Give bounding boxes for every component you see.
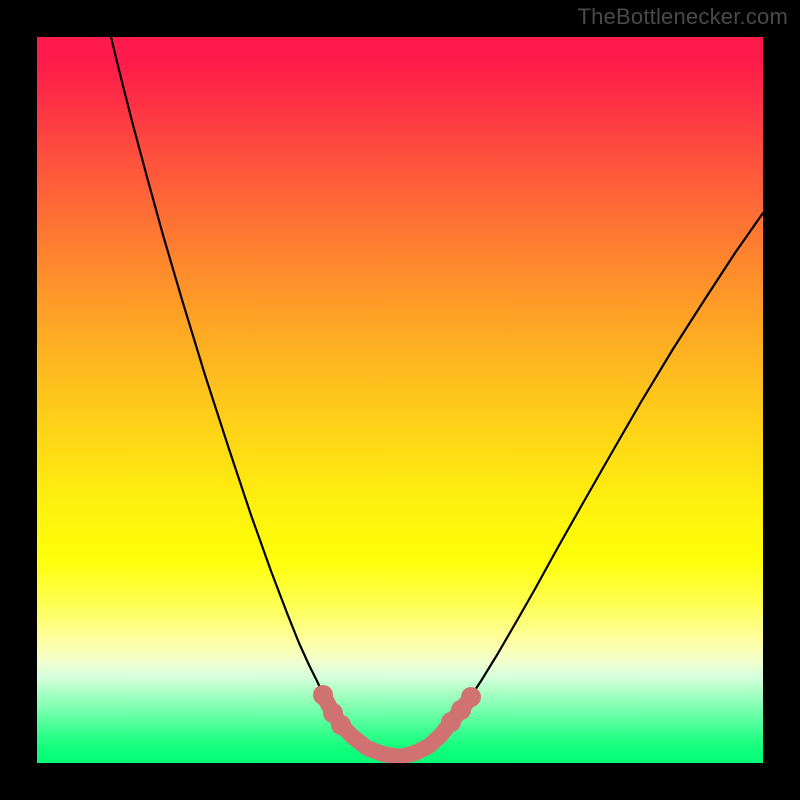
bottleneck-curve (111, 37, 763, 757)
marker-dot (313, 685, 333, 705)
marker-dot (461, 687, 481, 707)
marker-dots (313, 685, 481, 735)
chart-svg (37, 37, 763, 763)
watermark-text: TheBottlenecker.com (578, 4, 788, 30)
plot-area (37, 37, 763, 763)
marker-dot (331, 715, 351, 735)
chart-frame: TheBottlenecker.com (0, 0, 800, 800)
